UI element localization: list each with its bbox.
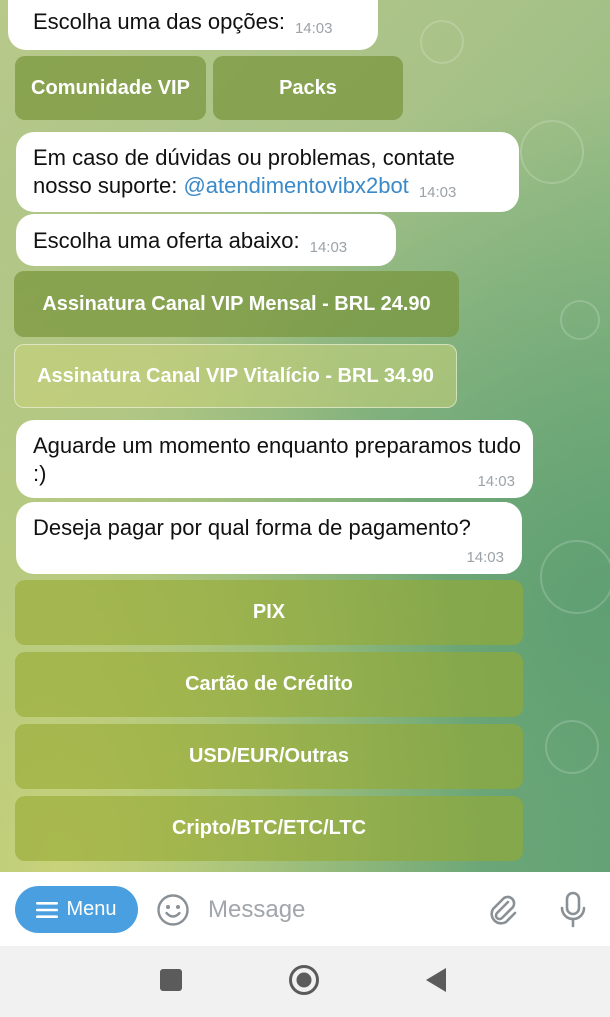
payment-button-usd-eur[interactable]: USD/EUR/Outras — [15, 724, 523, 789]
menu-button[interactable]: Menu — [15, 886, 138, 933]
option-button-packs[interactable]: Packs — [213, 56, 403, 120]
payment-button-cripto[interactable]: Cripto/BTC/ETC/LTC — [15, 796, 523, 861]
chat-background: Escolha uma das opções: 14:03 Comunidade … — [0, 0, 610, 872]
bot-mention-link[interactable]: @atendimentovibx2bot — [183, 173, 408, 198]
message-bubble: Escolha uma das opções: 14:03 — [8, 0, 378, 50]
message-bubble: Deseja pagar por qual forma de pagamento… — [16, 502, 522, 574]
triangle-back-icon[interactable] — [424, 967, 448, 993]
hamburger-icon — [36, 901, 59, 918]
message-text: Aguarde um momento enquanto preparamos t… — [33, 433, 521, 486]
offer-button-vitalicio[interactable]: Assinatura Canal VIP Vitalício - BRL 34.… — [14, 344, 457, 408]
square-icon[interactable] — [159, 968, 183, 992]
payment-button-cartao[interactable]: Cartão de Crédito — [15, 652, 523, 717]
menu-button-label: Menu — [66, 898, 117, 920]
message-time: 14:03 — [477, 473, 515, 490]
message-time: 14:03 — [294, 20, 333, 37]
option-button-comunidade-vip[interactable]: Comunidade VIP — [15, 56, 206, 120]
message-time: 14:03 — [466, 549, 504, 566]
message-time: 14:03 — [309, 239, 348, 256]
message-input[interactable]: Message — [208, 896, 305, 924]
message-time: 14:03 — [418, 184, 457, 201]
message-bubble: Aguarde um momento enquanto preparamos t… — [16, 420, 533, 498]
emoji-icon[interactable] — [156, 893, 190, 927]
circle-icon[interactable] — [288, 964, 320, 996]
microphone-icon[interactable] — [558, 890, 588, 930]
message-text: Deseja pagar por qual forma de pagamento… — [33, 515, 471, 540]
message-text: Escolha uma das opções: — [33, 9, 285, 34]
offer-button-mensal[interactable]: Assinatura Canal VIP Mensal - BRL 24.90 — [14, 271, 459, 337]
message-input-bar: Menu Message — [0, 872, 610, 946]
message-text: nosso suporte: — [33, 173, 184, 198]
system-navigation-bar — [0, 946, 610, 1017]
payment-button-pix[interactable]: PIX — [15, 580, 523, 645]
message-text: Em caso de dúvidas ou problemas, contate — [33, 145, 455, 170]
message-text: Escolha uma oferta abaixo: — [33, 228, 300, 253]
message-bubble: Em caso de dúvidas ou problemas, contate… — [16, 132, 519, 212]
paperclip-icon[interactable] — [484, 892, 520, 928]
message-bubble: Escolha uma oferta abaixo: 14:03 — [16, 214, 396, 266]
